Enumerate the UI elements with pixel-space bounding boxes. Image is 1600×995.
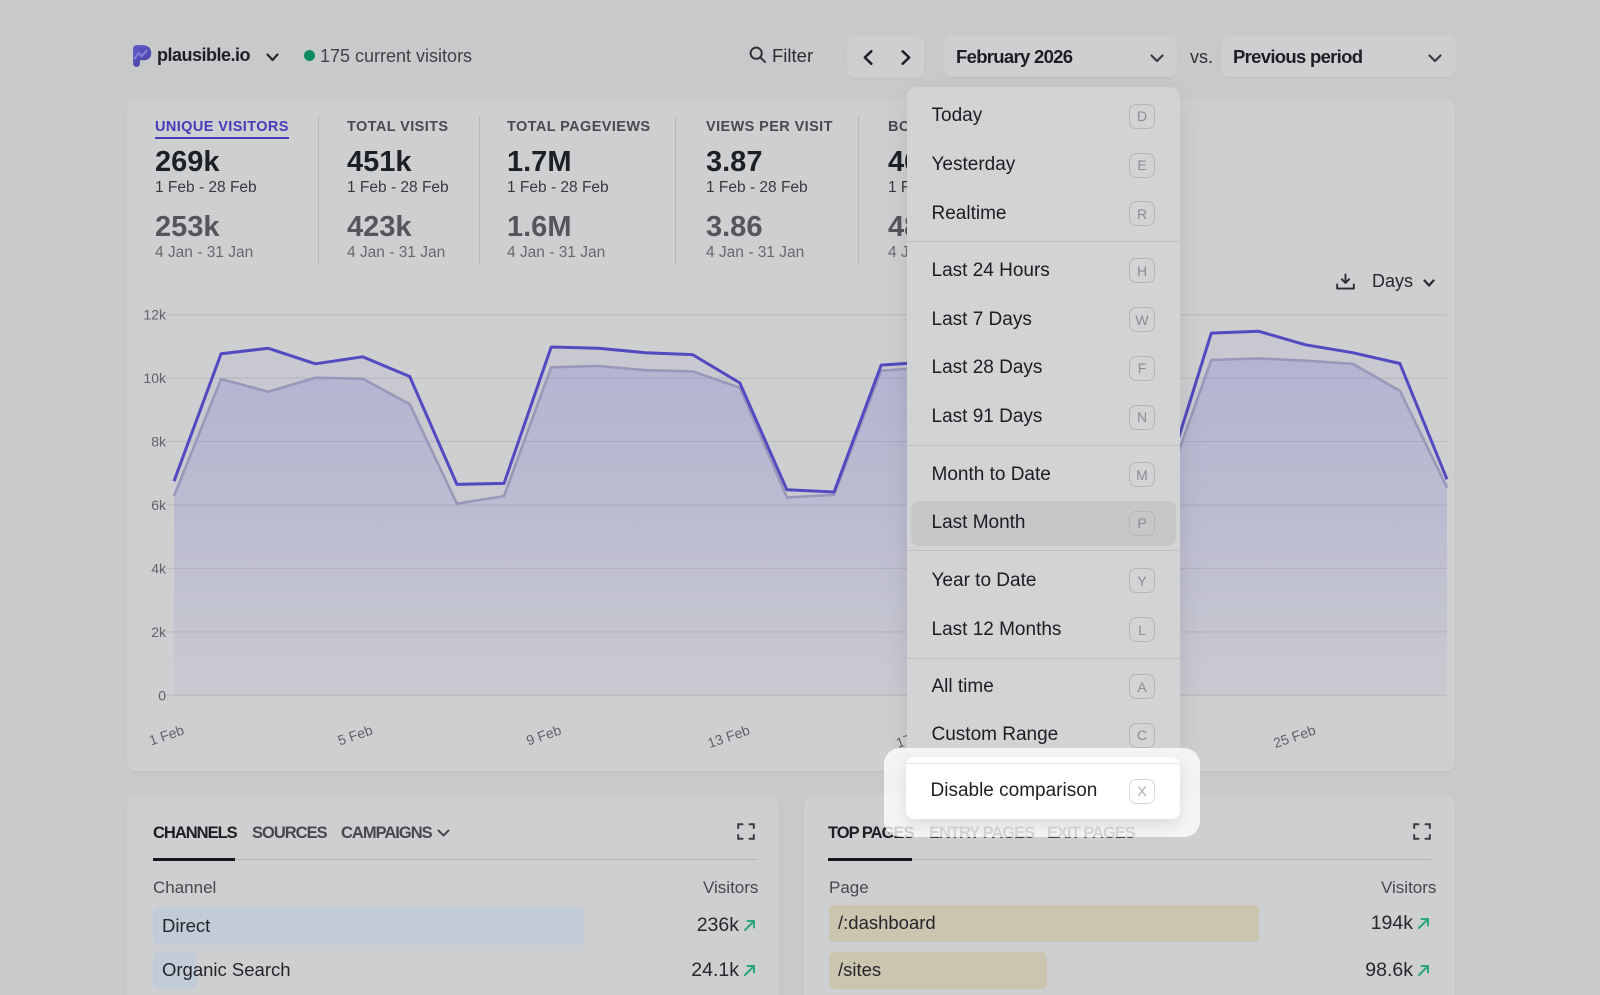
svg-text:4k: 4k [151, 560, 167, 576]
svg-text:2k: 2k [151, 624, 167, 640]
svg-text:10k: 10k [143, 370, 167, 386]
svg-text:8k: 8k [151, 434, 167, 450]
svg-text:9 Feb: 9 Feb [524, 722, 563, 749]
svg-text:5 Feb: 5 Feb [336, 722, 375, 749]
svg-text:13 Feb: 13 Feb [705, 722, 752, 751]
svg-text:0: 0 [158, 687, 166, 703]
svg-text:6k: 6k [151, 497, 167, 513]
svg-text:25 Feb: 25 Feb [1271, 722, 1318, 751]
svg-text:1 Feb: 1 Feb [147, 722, 186, 749]
svg-text:12k: 12k [143, 307, 167, 323]
